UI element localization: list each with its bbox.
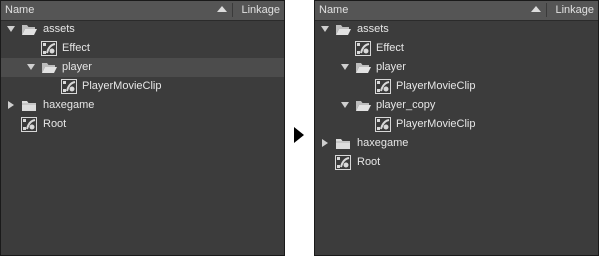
movieclip-symbol-icon — [61, 79, 77, 94]
library-panel-after: Name Linkage assets Effect player Player… — [314, 0, 599, 256]
folder-icon — [335, 136, 351, 151]
sort-ascending-icon[interactable] — [216, 3, 228, 15]
linkage-column-header[interactable]: Linkage — [555, 4, 594, 16]
tree-label: player — [376, 61, 406, 73]
movieclip-symbol-icon — [335, 155, 351, 170]
tree-label: Root — [43, 118, 67, 130]
tree-row-player-selected[interactable]: player — [1, 58, 284, 77]
tree-label: PlayerMovieClip — [82, 80, 162, 92]
sort-ascending-icon[interactable] — [530, 3, 542, 15]
folder-icon — [21, 98, 37, 113]
tree-row-haxegame[interactable]: haxegame — [1, 96, 284, 115]
tree-label: haxegame — [357, 137, 409, 149]
column-divider[interactable] — [232, 3, 233, 17]
column-header: Name Linkage — [1, 1, 284, 21]
open-folder-icon — [21, 22, 37, 37]
open-folder-icon — [355, 60, 371, 75]
triangle-down-icon[interactable] — [6, 24, 16, 34]
tree-row-effect[interactable]: Effect — [315, 39, 598, 58]
tree-row-player-movieclip[interactable]: PlayerMovieClip — [1, 77, 284, 96]
open-folder-icon — [335, 22, 351, 37]
movieclip-symbol-icon — [375, 79, 391, 94]
movieclip-symbol-icon — [355, 41, 371, 56]
tree-label: Root — [357, 156, 381, 168]
triangle-down-icon[interactable] — [340, 100, 350, 110]
tree-row-root[interactable]: Root — [1, 115, 284, 134]
column-divider[interactable] — [546, 3, 547, 17]
triangle-right-icon[interactable] — [320, 138, 330, 148]
tree-row-root[interactable]: Root — [315, 153, 598, 172]
name-column-header[interactable]: Name — [5, 4, 34, 16]
tree-row-assets[interactable]: assets — [1, 20, 284, 39]
transition-arrow-icon — [294, 127, 304, 143]
name-column-header[interactable]: Name — [319, 4, 348, 16]
triangle-down-icon[interactable] — [26, 62, 36, 72]
tree-label: haxegame — [43, 99, 95, 111]
tree-label: PlayerMovieClip — [396, 80, 476, 92]
tree-label: assets — [357, 23, 389, 35]
column-header: Name Linkage — [315, 1, 598, 21]
open-folder-icon — [41, 60, 57, 75]
library-panel-before: Name Linkage assets Effect player Player… — [0, 0, 285, 256]
movieclip-symbol-icon — [41, 41, 57, 56]
triangle-down-icon[interactable] — [340, 62, 350, 72]
tree-row-player-movieclip[interactable]: PlayerMovieClip — [315, 77, 598, 96]
linkage-column-header[interactable]: Linkage — [241, 4, 280, 16]
tree-label: assets — [43, 23, 75, 35]
tree-label: Effect — [376, 42, 404, 54]
tree-label: Effect — [62, 42, 90, 54]
tree-row-player[interactable]: player — [315, 58, 598, 77]
triangle-down-icon[interactable] — [320, 24, 330, 34]
tree-row-player-copy[interactable]: player_copy — [315, 96, 598, 115]
movieclip-symbol-icon — [375, 117, 391, 132]
open-folder-icon — [355, 98, 371, 113]
tree-label: PlayerMovieClip — [396, 118, 476, 130]
tree-row-effect[interactable]: Effect — [1, 39, 284, 58]
tree-row-haxegame[interactable]: haxegame — [315, 134, 598, 153]
tree-row-assets[interactable]: assets — [315, 20, 598, 39]
movieclip-symbol-icon — [21, 117, 37, 132]
triangle-right-icon[interactable] — [6, 100, 16, 110]
tree-row-player-copy-movieclip[interactable]: PlayerMovieClip — [315, 115, 598, 134]
tree-label: player — [62, 61, 92, 73]
tree-label: player_copy — [376, 99, 436, 111]
